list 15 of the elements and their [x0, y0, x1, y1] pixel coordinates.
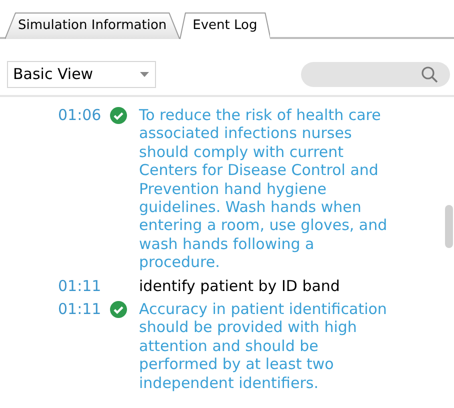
scrollbar-thumb[interactable] [445, 205, 453, 248]
search-field[interactable] [301, 62, 450, 87]
search-icon [421, 66, 438, 83]
tab[interactable]: Event Log [180, 12, 270, 39]
view-dropdown[interactable]: Basic View [7, 61, 156, 88]
caret-icon [140, 72, 149, 77]
check-icon [110, 107, 127, 124]
check-icon [110, 301, 127, 318]
feedback-message: To reduce the risk of health care associated infections nurses should comply with current Centers for Disease Control and Prevention hand hygiene guidelines. Wash hands when entering a room, use gloves, and wash hands following a procedure. [139, 106, 388, 272]
event-time: 01:06 [58, 106, 102, 124]
event-action: identify patient by ID band [139, 276, 341, 296]
event-time: 01:11 [58, 300, 102, 318]
tab[interactable]: Simulation Information [5, 12, 180, 39]
feedback-message: Accuracy in patient identification should be provided with high attention and should be performed by at least two independent identifiers. [139, 300, 388, 392]
event-time: 01:11 [58, 276, 102, 296]
